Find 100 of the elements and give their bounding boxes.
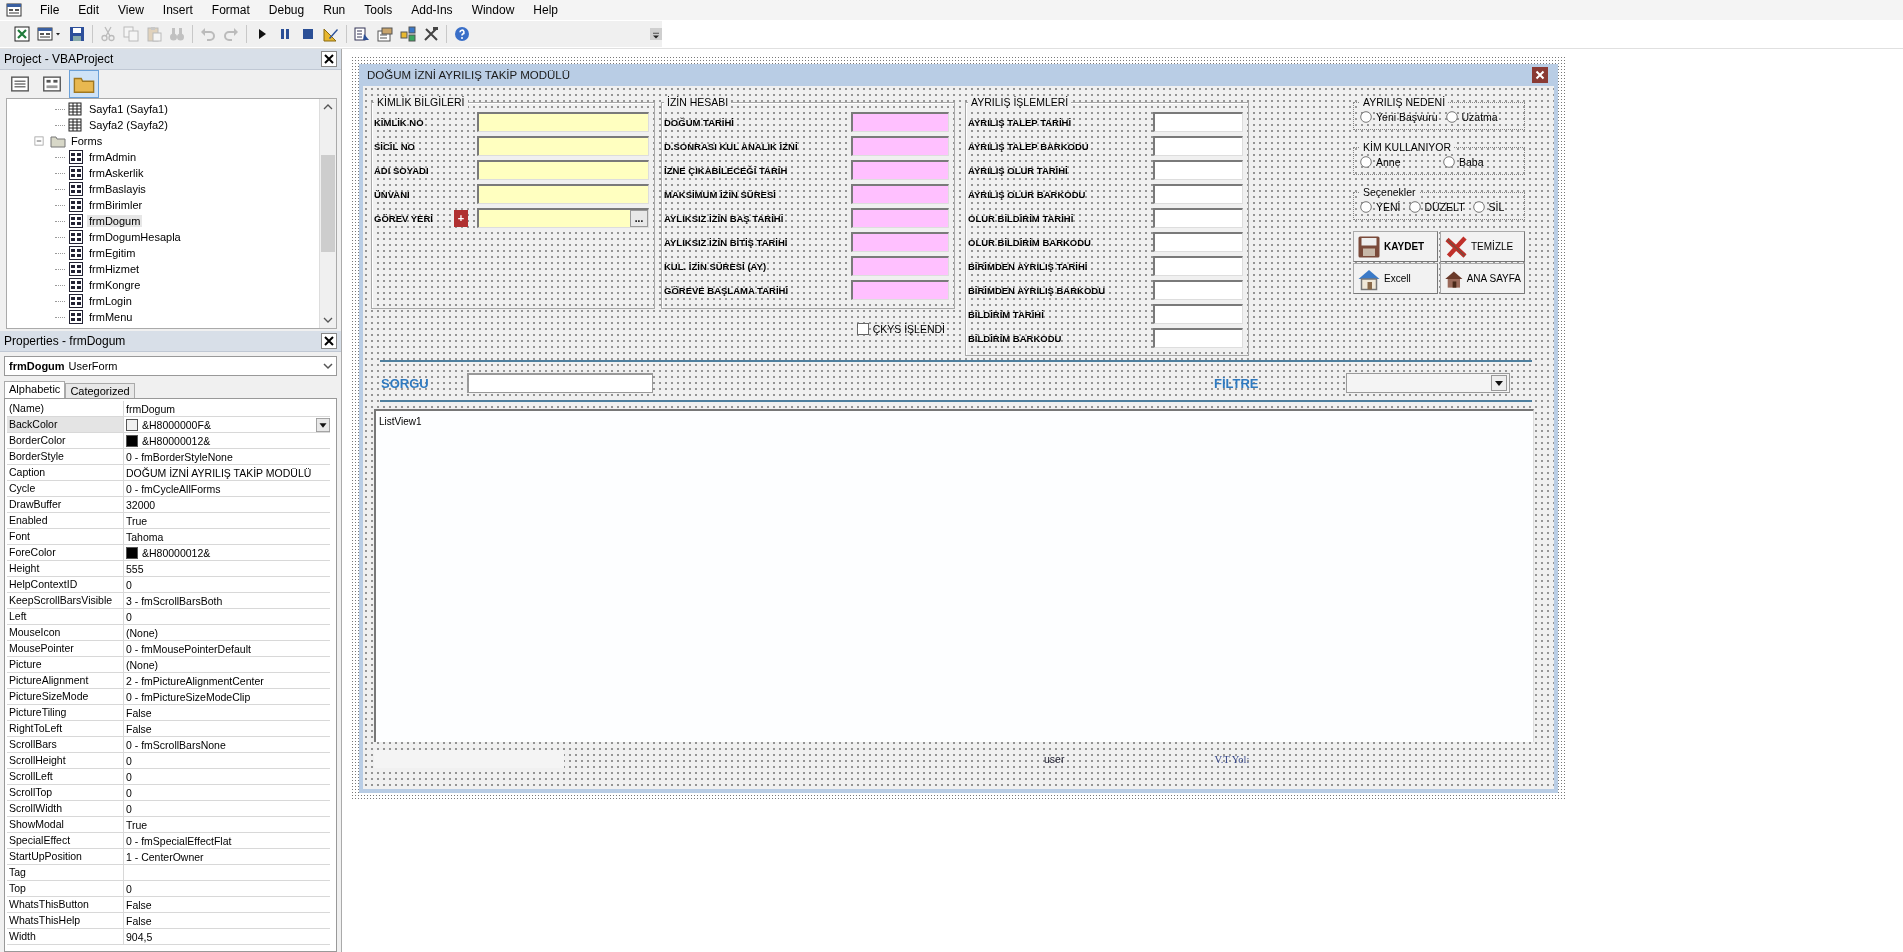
property-value[interactable]: False xyxy=(126,706,152,719)
tree-item[interactable]: frmBaslayis xyxy=(87,183,148,195)
property-name[interactable]: Left xyxy=(7,609,124,624)
property-value[interactable]: &H80000012& xyxy=(142,546,211,559)
menu-item[interactable]: Debug xyxy=(260,3,316,17)
property-value[interactable]: 0 xyxy=(126,754,132,767)
object-dropdown[interactable]: frmDogum UserForm xyxy=(4,356,337,376)
tree-item[interactable]: frmKongre xyxy=(87,279,143,291)
properties-icon[interactable] xyxy=(377,26,393,42)
input-field[interactable] xyxy=(1153,112,1243,132)
property-name[interactable]: Font xyxy=(7,529,124,544)
explorer-icon[interactable] xyxy=(354,26,370,42)
tab[interactable]: Categorized xyxy=(65,383,135,398)
close-icon[interactable] xyxy=(321,51,337,67)
menu-item[interactable]: Run xyxy=(315,3,357,17)
property-name[interactable]: Cycle xyxy=(7,481,124,496)
property-value[interactable]: 0 - fmPictureSizeModeClip xyxy=(126,690,251,703)
input-field[interactable] xyxy=(851,160,949,180)
property-value[interactable]: 0 - fmSpecialEffectFlat xyxy=(126,834,232,847)
tree-item[interactable]: frmBirimler xyxy=(87,199,145,211)
property-value[interactable]: 0 xyxy=(126,610,132,623)
input-field[interactable] xyxy=(1153,136,1243,156)
tree-item[interactable]: Sayfa2 (Sayfa2) xyxy=(87,119,170,131)
spreadsheet-icon[interactable] xyxy=(14,26,30,42)
property-value[interactable]: 555 xyxy=(126,562,144,575)
save-icon[interactable] xyxy=(69,26,85,42)
property-value[interactable]: 0 xyxy=(126,578,132,591)
input-field[interactable] xyxy=(477,184,649,204)
scrollbar[interactable] xyxy=(319,99,336,328)
property-name[interactable]: MouseIcon xyxy=(7,625,124,640)
property-name[interactable]: ScrollHeight xyxy=(7,753,124,768)
tree-item[interactable]: Forms xyxy=(69,135,105,147)
object-browser-icon[interactable] xyxy=(400,26,416,42)
property-value[interactable]: 0 xyxy=(126,770,132,783)
property-name[interactable]: Top xyxy=(7,881,124,896)
property-value[interactable]: Tahoma xyxy=(126,530,164,543)
property-value[interactable]: False xyxy=(126,914,152,927)
property-name[interactable]: (Name) xyxy=(7,401,124,416)
property-name[interactable]: WhatsThisHelp xyxy=(7,913,124,928)
folder-icon[interactable] xyxy=(70,71,98,97)
property-name[interactable]: Picture xyxy=(7,657,124,672)
input-field[interactable] xyxy=(1153,328,1243,348)
property-value[interactable]: True xyxy=(126,818,148,831)
radio-button[interactable] xyxy=(1360,156,1372,168)
property-name[interactable]: Width xyxy=(7,929,124,944)
property-name[interactable]: Caption xyxy=(7,465,124,480)
form-icon[interactable] xyxy=(37,26,53,42)
input-field[interactable] xyxy=(851,256,949,276)
form-button[interactable]: TEMİZLE xyxy=(1440,231,1525,262)
browse-button[interactable]: ... xyxy=(630,210,648,227)
property-name[interactable]: Enabled xyxy=(7,513,124,528)
input-field[interactable] xyxy=(851,136,949,156)
property-name[interactable]: ForeColor xyxy=(7,545,124,560)
tree-item[interactable]: frmDogum xyxy=(87,215,143,227)
property-value[interactable]: 0 xyxy=(126,802,132,815)
property-value[interactable]: 0 - fmMousePointerDefault xyxy=(126,642,251,655)
property-value[interactable]: (None) xyxy=(126,626,159,639)
property-name[interactable]: BorderColor xyxy=(7,433,124,448)
property-value[interactable]: 2 - fmPictureAlignmentCenter xyxy=(126,674,264,687)
form-icon[interactable] xyxy=(6,2,22,18)
menu-item[interactable]: Help xyxy=(525,3,569,17)
property-value[interactable]: &H8000000F& xyxy=(142,418,211,431)
property-name[interactable]: BorderStyle xyxy=(7,449,124,464)
property-value[interactable]: 0 - fmCycleAllForms xyxy=(126,482,221,495)
dropdown-icon[interactable] xyxy=(1491,375,1507,391)
form-button[interactable]: KAYDET xyxy=(1353,231,1438,262)
tree-item[interactable]: frmLogin xyxy=(87,295,134,307)
property-name[interactable]: PictureAlignment xyxy=(7,673,124,688)
property-value[interactable]: False xyxy=(126,722,152,735)
property-value[interactable]: False xyxy=(126,898,152,911)
menu-item[interactable]: Insert xyxy=(154,3,204,17)
input-field[interactable] xyxy=(851,208,949,228)
property-value[interactable]: True xyxy=(126,514,148,527)
tree-item[interactable]: Sayfa1 (Sayfa1) xyxy=(87,103,170,115)
menu-item[interactable]: File xyxy=(32,3,71,17)
property-name[interactable]: ScrollWidth xyxy=(7,801,124,816)
list-view[interactable]: ListView1 xyxy=(374,409,1534,742)
menu-item[interactable]: Window xyxy=(463,3,526,17)
input-field[interactable] xyxy=(1153,208,1243,228)
menu-item[interactable]: Format xyxy=(203,3,261,17)
property-name[interactable]: ScrollLeft xyxy=(7,769,124,784)
radio-button[interactable] xyxy=(1360,201,1372,213)
tree-item[interactable]: frmHizmet xyxy=(87,263,142,275)
property-name[interactable]: ScrollBars xyxy=(7,737,124,752)
add-button[interactable]: + xyxy=(454,209,468,227)
property-name[interactable]: RightToLeft xyxy=(7,721,124,736)
menu-item[interactable]: Add-Ins xyxy=(403,3,464,17)
input-field[interactable] xyxy=(851,232,949,252)
property-name[interactable]: PictureSizeMode xyxy=(7,689,124,704)
input-field[interactable] xyxy=(851,184,949,204)
property-name[interactable]: ShowModal xyxy=(7,817,124,832)
radio-button[interactable] xyxy=(1472,201,1485,213)
tools-icon[interactable] xyxy=(423,26,439,42)
radio-button[interactable] xyxy=(1408,201,1421,213)
property-name[interactable]: KeepScrollBarsVisible xyxy=(7,593,124,608)
property-value[interactable]: 904,5 xyxy=(126,930,153,943)
property-name[interactable]: Tag xyxy=(7,865,124,880)
form-button[interactable]: ANA SAYFA xyxy=(1440,263,1525,294)
property-name[interactable]: HelpContextID xyxy=(7,577,124,592)
property-value[interactable]: 0 xyxy=(126,786,132,799)
